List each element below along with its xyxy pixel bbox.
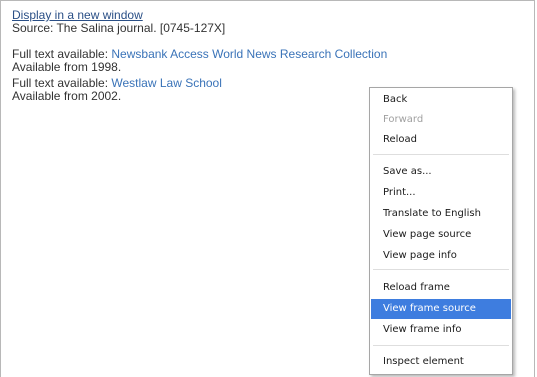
menu-item-view-page-info[interactable]: View page info bbox=[371, 246, 511, 266]
availability-text: Available from 2002. bbox=[12, 89, 122, 103]
menu-item-back[interactable]: Back bbox=[371, 90, 511, 110]
newsbank-link[interactable]: Newsbank Access World News Research Coll… bbox=[111, 47, 387, 61]
menu-item-reload[interactable]: Reload bbox=[371, 130, 511, 150]
menu-separator bbox=[373, 345, 509, 346]
menu-item-forward: Forward bbox=[383, 114, 424, 125]
menu-item-view-frame-source[interactable]: View frame source bbox=[371, 299, 511, 319]
display-new-window-link[interactable]: Display in a new window bbox=[12, 8, 143, 22]
menu-item-view-frame-info[interactable]: View frame info bbox=[371, 320, 511, 340]
full-text-label: Full text available: bbox=[12, 47, 112, 61]
full-text-label: Full text available: bbox=[12, 76, 112, 90]
menu-item-save-as[interactable]: Save as... bbox=[371, 162, 511, 182]
source-text: Source: The Salina journal. [0745-127X] bbox=[12, 21, 226, 35]
menu-item-reload-frame[interactable]: Reload frame bbox=[371, 278, 511, 298]
menu-separator bbox=[373, 154, 509, 155]
menu-item-inspect-element[interactable]: Inspect element bbox=[371, 352, 511, 372]
westlaw-link[interactable]: Westlaw Law School bbox=[111, 76, 222, 90]
menu-item-print[interactable]: Print... bbox=[371, 183, 511, 203]
availability-text: Available from 1998. bbox=[12, 60, 122, 74]
context-menu: Back Forward Reload Save as... Print... … bbox=[369, 87, 513, 375]
menu-item-translate[interactable]: Translate to English bbox=[371, 204, 511, 224]
holdings-content: Display in a new window Source: The Sali… bbox=[12, 9, 387, 103]
menu-separator bbox=[373, 269, 509, 270]
menu-item-view-page-source[interactable]: View page source bbox=[371, 225, 511, 245]
